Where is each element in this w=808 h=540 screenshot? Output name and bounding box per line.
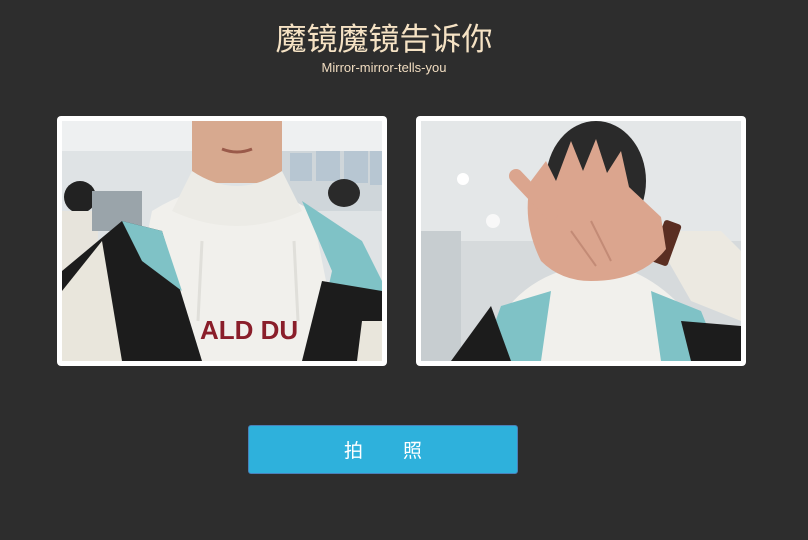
- page-subtitle: Mirror-mirror-tells-you: [321, 60, 447, 75]
- svg-text:ALD DU: ALD DU: [200, 315, 298, 345]
- snapshot-image: [421, 121, 741, 361]
- page: 魔镜魔镜告诉你 Mirror-mirror-tells-you ALD DU 拍…: [0, 0, 808, 540]
- page-title: 魔镜魔镜告诉你: [275, 22, 493, 58]
- camera-feed: ALD DU: [62, 121, 382, 361]
- snapshot-frame: [416, 116, 746, 366]
- camera-feed-frame: ALD DU: [57, 116, 387, 366]
- capture-button[interactable]: 拍照: [248, 425, 518, 474]
